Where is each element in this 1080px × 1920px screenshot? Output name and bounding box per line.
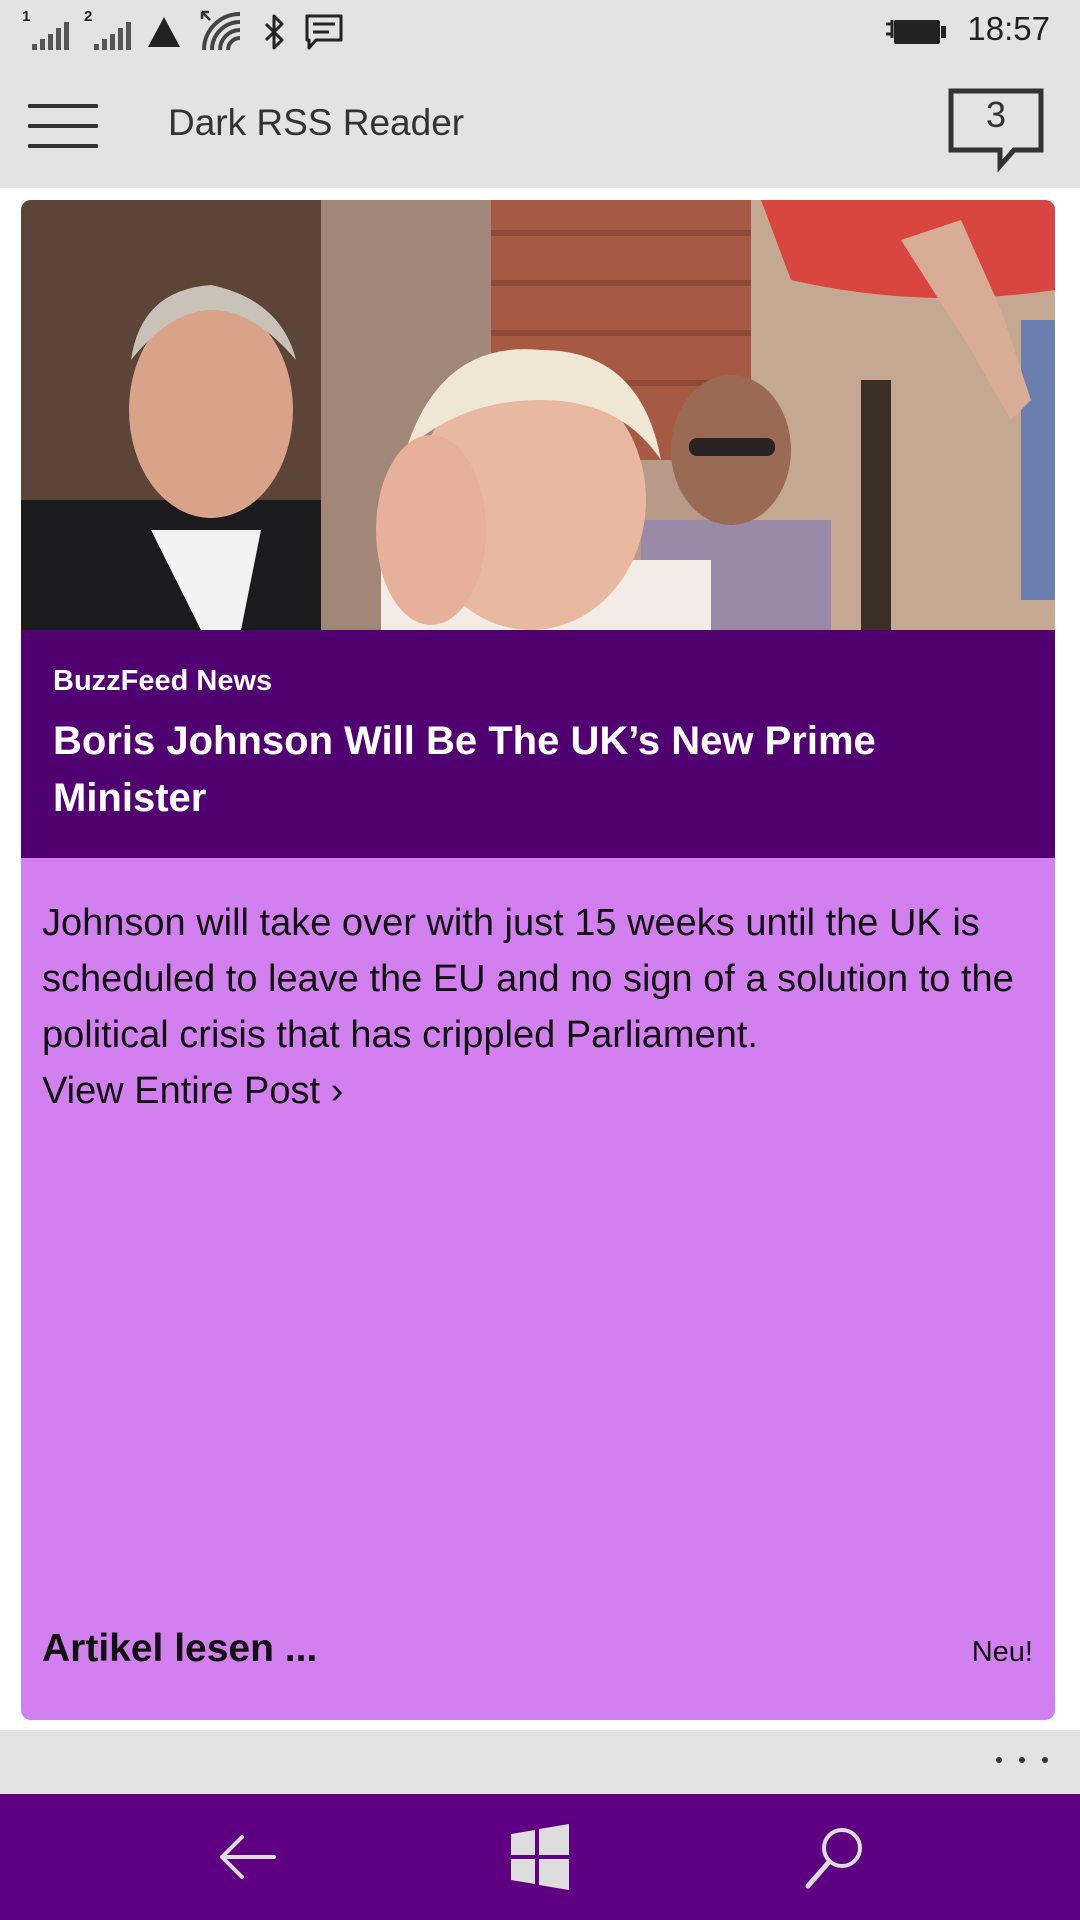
hamburger-menu-button[interactable] xyxy=(28,104,98,148)
data-icon xyxy=(148,17,180,47)
new-badge: Neu! xyxy=(971,1636,1033,1668)
read-article-button[interactable]: Artikel lesen ... xyxy=(42,1627,317,1671)
view-entire-post-link[interactable]: View Entire Post › xyxy=(42,1064,1033,1120)
system-nav-bar xyxy=(0,1794,1080,1920)
search-icon[interactable] xyxy=(800,1822,870,1892)
article-headline[interactable]: Boris Johnson Will Be The UK’s New Prime… xyxy=(53,713,1023,827)
battery-charging-icon xyxy=(886,20,946,44)
article-summary: Johnson will take over with just 15 week… xyxy=(42,902,1014,1056)
more-dot-icon xyxy=(1042,1757,1048,1763)
more-options-button[interactable] xyxy=(992,1740,1052,1780)
notifications-button[interactable]: 3 xyxy=(948,88,1044,180)
app-title: Dark RSS Reader xyxy=(168,102,465,143)
back-arrow-icon[interactable] xyxy=(212,1822,282,1892)
feed-source: BuzzFeed News xyxy=(53,665,273,697)
more-dot-icon xyxy=(1019,1757,1025,1763)
signal-sim2-icon: 2 xyxy=(84,8,131,54)
card-header: BuzzFeed News Boris Johnson Will Be The … xyxy=(21,630,1055,858)
windows-logo-icon[interactable] xyxy=(505,1822,575,1892)
wifi-icon xyxy=(200,10,241,51)
article-card[interactable]: BuzzFeed News Boris Johnson Will Be The … xyxy=(21,200,1055,1720)
article-image xyxy=(21,200,1055,630)
title-bar: Dark RSS Reader 3 xyxy=(0,62,1080,188)
status-bar: 1 2 18:57 xyxy=(0,0,1080,62)
status-time: 18:57 xyxy=(967,10,1050,47)
feed-content: BuzzFeed News Boris Johnson Will Be The … xyxy=(0,188,1080,1730)
more-dot-icon xyxy=(996,1757,1002,1763)
notification-count: 3 xyxy=(985,94,1007,135)
bluetooth-icon xyxy=(264,14,284,50)
signal-sim1-icon: 1 xyxy=(22,8,69,54)
app-bar xyxy=(0,1730,1080,1794)
card-body: Johnson will take over with just 15 week… xyxy=(21,858,1055,1119)
message-icon xyxy=(305,14,343,50)
status-icons: 1 2 xyxy=(22,4,362,60)
